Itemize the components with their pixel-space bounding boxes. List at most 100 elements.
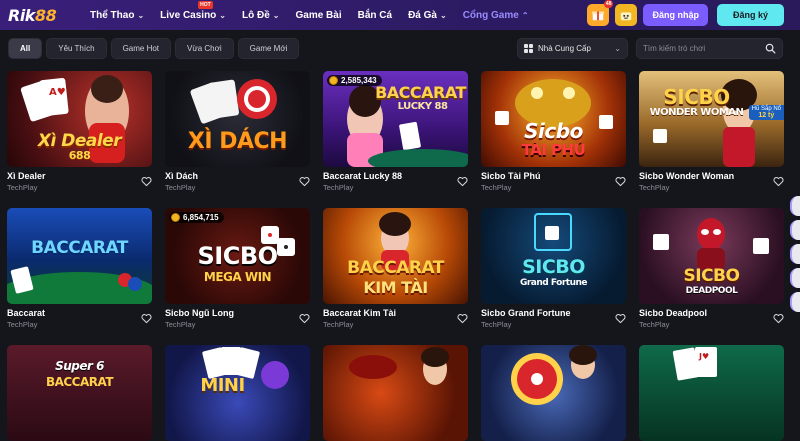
heart-icon[interactable] <box>773 313 784 324</box>
game-name[interactable]: Sicbo Ngũ Long <box>165 308 234 318</box>
game-card[interactable]: XÌ DÁCH Xì Dách TechPlay <box>165 71 310 192</box>
menu-item-lo-de[interactable]: Lô Đề ⌄ <box>234 0 287 30</box>
menu-item-ban-ca[interactable]: Bắn Cá <box>350 0 400 30</box>
heart-icon[interactable] <box>615 313 626 324</box>
game-thumbnail[interactable]: 6,854,715 SICBO MEGA WIN <box>165 208 310 304</box>
game-card[interactable] <box>481 345 626 441</box>
heart-icon[interactable] <box>457 313 468 324</box>
game-art-title: MINI <box>200 375 245 396</box>
logo-text: Rik <box>8 5 35 25</box>
game-card[interactable]: Super 6 BACCARAT <box>7 345 152 441</box>
game-name[interactable]: Sicbo Grand Fortune <box>481 308 571 318</box>
game-card[interactable]: 6,854,715 SICBO MEGA WIN Sicbo Ngũ Long T… <box>165 208 310 329</box>
game-art-title: Sicbo <box>524 119 583 143</box>
game-name[interactable]: Sicbo Wonder Woman <box>639 171 734 181</box>
search-icon[interactable] <box>765 43 776 54</box>
heart-icon[interactable] <box>299 176 310 187</box>
game-card[interactable]: SICBO DEADPOOL Sicbo Deadpool TechPlay <box>639 208 784 329</box>
menu-item-live-casino[interactable]: HOT Live Casino ⌄ <box>152 0 234 30</box>
svg-text:A♥: A♥ <box>49 87 66 98</box>
game-card[interactable]: Sicbo TÀI PHÚ Sicbo Tài Phú TechPlay <box>481 71 626 192</box>
game-thumbnail[interactable]: Super 6 BACCARAT <box>7 345 152 441</box>
reward-button[interactable] <box>615 4 638 26</box>
gift-icon <box>592 11 605 21</box>
game-card[interactable]: SICBO WONDER WOMAN Hũ Sắp Nổ 12 tỷ Sicbo… <box>639 71 784 192</box>
filter-chip-new[interactable]: Game Mới <box>237 38 300 59</box>
menu-item-cong-game[interactable]: Cổng Game ⌃ <box>455 0 537 30</box>
game-card[interactable] <box>323 345 468 441</box>
chest-icon <box>621 12 632 21</box>
game-art-subtitle: KIM TÀI <box>363 278 428 297</box>
heart-icon[interactable] <box>457 176 468 187</box>
menu-label: Đá Gà <box>408 9 437 21</box>
game-name[interactable]: Baccarat Kim Tài <box>323 308 396 318</box>
heart-icon[interactable] <box>773 176 784 187</box>
heart-icon[interactable] <box>615 176 626 187</box>
menu-label: Lô Đề <box>242 9 270 21</box>
heart-icon[interactable] <box>299 313 310 324</box>
game-thumbnail[interactable]: BACCARAT <box>7 208 152 304</box>
menu-item-da-ga[interactable]: Đá Gà ⌄ <box>400 0 455 30</box>
game-name[interactable]: Xì Dealer <box>7 171 46 181</box>
side-tab[interactable] <box>790 268 800 288</box>
game-card[interactable]: MINI <box>165 345 310 441</box>
game-provider: TechPlay <box>481 320 512 329</box>
game-name[interactable]: Baccarat Lucky 88 <box>323 171 402 181</box>
game-thumbnail[interactable]: SICBO DEADPOOL <box>639 208 784 304</box>
chevron-down-icon: ⌄ <box>219 10 226 20</box>
game-card[interactable]: BACCARAT KIM TÀI Baccarat Kim Tài TechPla… <box>323 208 468 329</box>
side-tab[interactable] <box>790 244 800 264</box>
game-card[interactable]: A♥ Xì Dealer 688 Xì Dealer TechPlay <box>7 71 152 192</box>
rik88-logo[interactable]: Rik 88 <box>8 4 68 26</box>
gift-button[interactable]: 48 <box>587 0 614 26</box>
filter-chip-all[interactable]: All <box>8 38 43 59</box>
game-art-subtitle: LUCKY 88 <box>397 101 448 112</box>
search-input[interactable] <box>643 44 765 53</box>
provider-select[interactable]: Nhà Cung Cấp ⌄ <box>517 38 628 59</box>
heart-icon[interactable] <box>141 176 152 187</box>
game-name[interactable]: Sicbo Deadpool <box>639 308 707 318</box>
game-art-subtitle: MEGA WIN <box>203 270 272 284</box>
chevron-down-icon: ⌄ <box>614 44 621 53</box>
register-button[interactable]: Đăng ký <box>716 4 784 26</box>
game-thumbnail[interactable]: A♥ Xì Dealer 688 <box>7 71 152 167</box>
game-card[interactable]: SICBO Grand Fortune Sicbo Grand Fortune T… <box>481 208 626 329</box>
menu-item-the-thao[interactable]: Thể Thao ⌄ <box>82 0 152 30</box>
side-tab[interactable] <box>790 292 800 312</box>
chevron-up-icon: ⌃ <box>521 10 529 20</box>
game-art-title: XÌ DÁCH <box>187 129 288 154</box>
game-art-subtitle: DEADPOOL <box>685 286 738 296</box>
game-name[interactable]: Baccarat <box>7 308 45 318</box>
filter-chip-recent[interactable]: Vừa Chơi <box>175 38 234 59</box>
game-thumbnail[interactable]: Sicbo TÀI PHÚ <box>481 71 626 167</box>
game-thumbnail[interactable] <box>323 345 468 441</box>
main-menu: Thể Thao ⌄ HOT Live Casino ⌄ Lô Đề ⌄ Game Bà… <box>82 0 537 30</box>
game-thumbnail[interactable]: J♥ <box>639 345 784 441</box>
game-thumbnail[interactable]: XÌ DÁCH <box>165 71 310 167</box>
search-box <box>636 38 783 59</box>
game-thumbnail[interactable] <box>481 345 626 441</box>
logo-number: 88 <box>34 5 57 25</box>
game-card[interactable]: BACCARAT Baccarat TechPlay <box>7 208 152 329</box>
jackpot-corner-value: 12 tỷ <box>758 112 775 119</box>
menu-label: Game Bài <box>295 9 342 21</box>
game-thumbnail[interactable]: SICBO WONDER WOMAN Hũ Sắp Nổ 12 tỷ <box>639 71 784 167</box>
game-thumbnail[interactable]: 2,585,343 BACCARAT LUCKY 88 <box>323 71 468 167</box>
game-name[interactable]: Xì Dách <box>165 171 198 181</box>
game-thumbnail[interactable]: MINI <box>165 345 310 441</box>
game-thumbnail[interactable]: SICBO Grand Fortune <box>481 208 626 304</box>
filter-chip-hot[interactable]: Game Hot <box>110 38 172 59</box>
login-button[interactable]: Đăng nhập <box>643 4 708 26</box>
side-tab[interactable] <box>790 196 800 216</box>
heart-icon[interactable] <box>141 313 152 324</box>
menu-label: Live Casino <box>160 9 217 21</box>
game-card[interactable]: 2,585,343 BACCARAT LUCKY 88 Baccarat Luc… <box>323 71 468 192</box>
menu-item-game-bai[interactable]: Game Bài <box>287 0 349 30</box>
game-thumbnail[interactable]: BACCARAT KIM TÀI <box>323 208 468 304</box>
side-tab[interactable] <box>790 220 800 240</box>
game-art-title: BACCARAT <box>347 258 444 278</box>
game-name[interactable]: Sicbo Tài Phú <box>481 171 541 181</box>
filter-chip-favorite[interactable]: Yêu Thích <box>46 38 107 59</box>
game-card[interactable]: J♥ <box>639 345 784 441</box>
game-art-title: Super 6 <box>55 359 104 373</box>
